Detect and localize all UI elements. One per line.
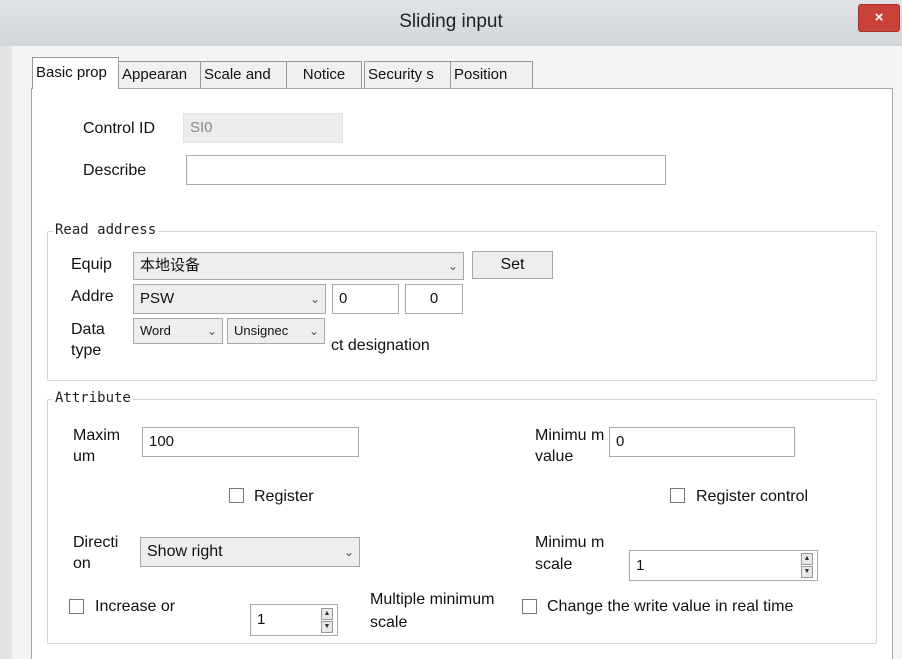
register-control-checkbox[interactable]	[670, 488, 685, 503]
sign-select[interactable]: Unsignec ⌄	[227, 318, 325, 344]
spin-up-icon[interactable]: ▲	[321, 608, 333, 620]
chevron-down-icon: ⌄	[343, 545, 354, 559]
address-type-value: PSW	[140, 290, 175, 307]
minimum-scale-label: Minimu m scale	[535, 534, 605, 573]
tab-security[interactable]: Security s	[364, 61, 451, 88]
read-address-title: Read address	[53, 222, 159, 238]
register-label: Register	[254, 488, 314, 505]
minimum-scale-value: 1	[636, 557, 645, 574]
data-type-label: Data type	[71, 321, 105, 359]
tab-position[interactable]: Position	[450, 61, 533, 88]
tab-appearance[interactable]: Appearan	[118, 61, 201, 88]
ct-designation-label: ct designation	[331, 337, 430, 354]
close-button[interactable]: ×	[858, 4, 900, 32]
data-type-select[interactable]: Word ⌄	[133, 318, 223, 344]
realtime-write-checkbox[interactable]	[522, 599, 537, 614]
equipment-value: 本地设备	[140, 257, 201, 274]
equipment-select[interactable]: 本地设备 ⌄	[133, 252, 464, 280]
tab-notice[interactable]: Notice	[286, 61, 362, 88]
realtime-write-label: Change the write value in real time	[547, 598, 794, 615]
equip-label: Equip	[71, 256, 112, 273]
increase-checkbox[interactable]	[69, 599, 84, 614]
increase-label: Increase or	[95, 598, 176, 615]
window-title: Sliding input	[399, 11, 503, 32]
direction-select[interactable]: Show right ⌄	[140, 537, 360, 567]
sign-value: Unsignec	[234, 323, 289, 338]
spin-down-icon[interactable]: ▼	[321, 621, 333, 633]
close-icon: ×	[874, 9, 884, 26]
minimum-scale-input[interactable]: 1 ▲ ▼	[629, 550, 818, 581]
describe-label: Describe	[83, 162, 147, 179]
title-bar: Sliding input ×	[0, 0, 902, 46]
set-button[interactable]: Set	[472, 251, 553, 279]
attribute-title: Attribute	[53, 390, 133, 406]
minimum-value-input[interactable]: 0	[609, 427, 795, 457]
multiple-minimum-scale-label: Multiple minimum scale	[370, 591, 495, 631]
chevron-down-icon: ⌄	[309, 292, 320, 306]
chevron-down-icon: ⌄	[206, 324, 217, 338]
tab-scale-and[interactable]: Scale and	[200, 61, 287, 88]
spin-up-icon[interactable]: ▲	[801, 553, 813, 565]
direction-label: Directi on	[73, 534, 119, 572]
minimum-value-label: Minimu m value	[535, 427, 605, 465]
address-offset-input[interactable]: 0	[405, 284, 463, 314]
register-checkbox[interactable]	[229, 488, 244, 503]
control-id-field: SI0	[183, 113, 343, 143]
maximum-input[interactable]: 100	[142, 427, 359, 457]
increase-step-value: 1	[257, 611, 266, 628]
data-type-value: Word	[140, 323, 171, 338]
control-id-label: Control ID	[83, 120, 156, 137]
address-label: Addre	[71, 288, 114, 305]
window-left-edge	[0, 46, 12, 659]
describe-input[interactable]	[186, 155, 666, 185]
address-type-select[interactable]: PSW ⌄	[133, 284, 326, 314]
maximum-label: Maxim um	[73, 427, 121, 465]
chevron-down-icon: ⌄	[308, 324, 319, 338]
direction-value: Show right	[147, 543, 223, 560]
chevron-down-icon: ⌄	[447, 259, 458, 273]
register-control-label: Register control	[696, 488, 809, 505]
tab-basic-properties[interactable]: Basic prop	[32, 57, 119, 89]
address-value-input[interactable]: 0	[332, 284, 399, 314]
increase-step-input[interactable]: 1 ▲ ▼	[250, 604, 338, 636]
spin-down-icon[interactable]: ▼	[801, 566, 813, 578]
